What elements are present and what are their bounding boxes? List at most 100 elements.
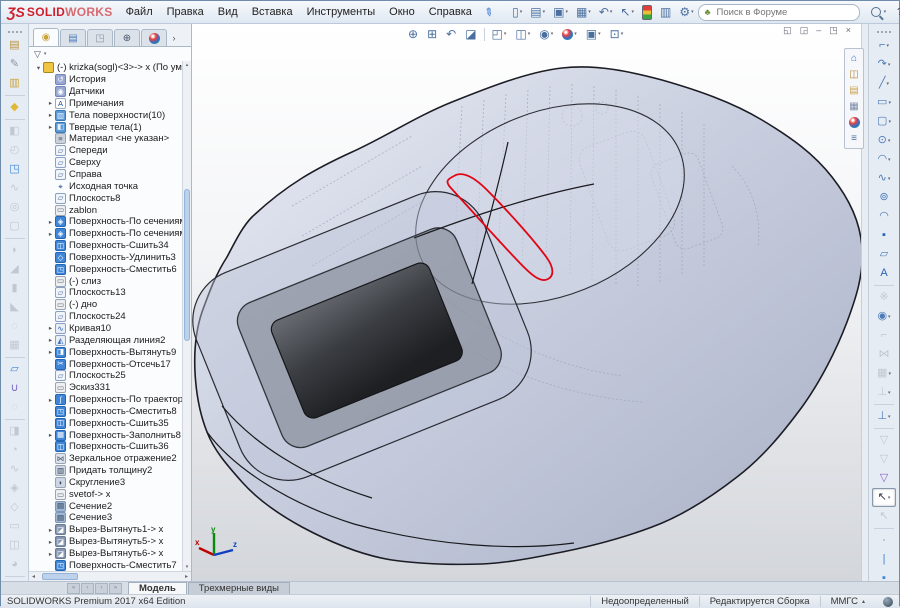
tree-expand-arrow[interactable]: ▸ bbox=[46, 111, 55, 119]
dropdown-caret-icon[interactable]: ▾ bbox=[574, 31, 577, 37]
tree-expand-arrow[interactable]: ▸ bbox=[46, 218, 55, 226]
tree-expand-arrow[interactable]: ▸ bbox=[46, 336, 55, 344]
tree-expand-arrow[interactable]: ▸ bbox=[46, 348, 55, 356]
tree-expand-arrow[interactable]: ▸ bbox=[46, 550, 55, 558]
tree-item[interactable]: ▱ Сверху bbox=[29, 157, 191, 169]
search-input[interactable] bbox=[714, 5, 853, 19]
tree-item[interactable]: ▸ ◪ Вырез-Вытянуть5-> x bbox=[29, 536, 191, 548]
dropdown-caret-icon[interactable]: ▾ bbox=[691, 9, 694, 15]
menu-Файл[interactable]: Файл bbox=[119, 3, 160, 21]
tree-item[interactable]: ▸ ◪ Вырез-Вытянуть6-> x bbox=[29, 548, 191, 560]
toolbar-drag-handle[interactable] bbox=[877, 31, 891, 33]
filter-active-icon[interactable]: ▽ bbox=[872, 469, 896, 488]
close-doc-icon[interactable]: × bbox=[843, 25, 854, 36]
hscrollbar-thumb[interactable] bbox=[42, 573, 79, 580]
displaymanager-tab[interactable] bbox=[141, 29, 167, 46]
display-style-icon[interactable]: ◫ ▾ bbox=[511, 25, 534, 43]
open-recent-icon[interactable]: ▥ bbox=[3, 74, 27, 93]
smart-dimension-icon[interactable]: ⊥ ▾ bbox=[872, 407, 896, 426]
filter-faces-icon[interactable]: ▪ bbox=[872, 569, 896, 582]
dropdown-caret-icon[interactable]: ▾ bbox=[504, 31, 507, 37]
tree-item[interactable]: ▸ ◈ Поверхность-По сечениям42 bbox=[29, 228, 191, 240]
view-settings-icon[interactable]: ⊡ ▾ bbox=[606, 25, 628, 43]
tab-nav-1[interactable]: ‹ bbox=[81, 582, 94, 594]
select-cursor-icon[interactable]: ↖ ▾ bbox=[617, 3, 637, 21]
design-library-icon[interactable]: ◫ bbox=[847, 68, 861, 81]
dropdown-caret-icon[interactable]: ▾ bbox=[543, 9, 546, 15]
dropdown-caret-icon[interactable]: ▾ bbox=[888, 138, 891, 144]
scroll-up-icon[interactable]: ▴ bbox=[183, 61, 191, 69]
apply-scene-icon[interactable]: ▣ ▾ bbox=[582, 25, 605, 43]
graphics-viewport[interactable]: ⊕ ⊞ ↶ ◪ ◰ ▾ ◫ ▾ ◉ ▾ ▾ ▣ ▾ ⊡ ▾ ◱ ◲ – ◳ × ⌂ ◫ ▤ ▦ ≡ x y z bbox=[192, 24, 868, 581]
menu-Вид[interactable]: Вид bbox=[211, 3, 245, 21]
tree-expand-arrow[interactable]: ▸ bbox=[46, 230, 55, 238]
text-icon[interactable]: A bbox=[872, 264, 896, 283]
ellipse-icon[interactable]: ⊚ bbox=[872, 188, 896, 207]
units-caret-icon[interactable]: ▴ bbox=[862, 598, 865, 605]
tree-item[interactable]: ⋈ Зеркальное отражение2 bbox=[29, 453, 191, 465]
edit-appearance-icon[interactable]: ▾ bbox=[558, 27, 581, 42]
undo-icon[interactable]: ↶ ▾ bbox=[596, 3, 616, 21]
instant3d-icon[interactable]: ◳ bbox=[3, 160, 27, 179]
tree-item[interactable]: ▸ ◨ Поверхность-Вытянуть9 bbox=[29, 346, 191, 358]
tree-item[interactable]: ⌖ Исходная точка bbox=[29, 180, 191, 192]
tree-item[interactable]: ▱ Спереди bbox=[29, 145, 191, 157]
rectangle-icon[interactable]: ▭ ▾ bbox=[872, 93, 896, 112]
tree-item[interactable]: ≡ Материал <не указан> bbox=[29, 133, 191, 145]
dropdown-caret-icon[interactable]: ▾ bbox=[888, 100, 891, 106]
tree-item[interactable]: ▭ zablon bbox=[29, 204, 191, 216]
scroll-left-icon[interactable]: ◂ bbox=[29, 573, 38, 580]
dropdown-caret-icon[interactable]: ▾ bbox=[888, 157, 891, 163]
tree-item[interactable]: ▾ (-) krizka(sogl)<3>-> x (По умолч bbox=[29, 62, 191, 74]
tree-item[interactable]: ◳ Поверхность-Сместить8 bbox=[29, 405, 191, 417]
plane-sketch-icon[interactable]: ▱ bbox=[872, 245, 896, 264]
tree-item[interactable]: ▸ ∫ Поверхность-По траектории1 bbox=[29, 394, 191, 406]
file-explorer-icon[interactable]: ▤ bbox=[847, 84, 861, 97]
convert-entities-icon[interactable]: ◉ ▾ bbox=[872, 307, 896, 326]
new-document-icon[interactable]: ▯ ▾ bbox=[509, 3, 525, 21]
tree-item[interactable]: ▤ Сечение3 bbox=[29, 512, 191, 524]
help-button[interactable]: ?▾ bbox=[892, 6, 900, 19]
custom-properties-icon[interactable]: ≡ bbox=[847, 132, 861, 145]
curve-tool-icon[interactable]: ∪ bbox=[3, 379, 27, 398]
web-help-icon[interactable] bbox=[883, 596, 893, 607]
arc-icon[interactable]: ◠ ▾ bbox=[872, 150, 896, 169]
tree-expand-arrow[interactable]: ▾ bbox=[34, 64, 43, 72]
tree-item[interactable]: ▸ A Примечания bbox=[29, 97, 191, 110]
configurationmanager-tab[interactable]: ◳ bbox=[87, 29, 113, 46]
tree-item[interactable]: ◳ Поверхность-Сместить7 bbox=[29, 559, 191, 571]
options-gear-icon[interactable]: ⚙ ▾ bbox=[676, 3, 696, 21]
tree-item[interactable]: ▸ ◈ Поверхность-По сечениям37 bbox=[29, 216, 191, 228]
tree-item[interactable]: ▱ Плоскость13 bbox=[29, 287, 191, 299]
open-document-icon[interactable]: ▤ bbox=[3, 36, 27, 55]
tree-item[interactable]: ▸ ▦ Поверхность-Заполнить8 bbox=[29, 429, 191, 441]
dropdown-caret-icon[interactable]: ▾ bbox=[565, 9, 568, 15]
tree-item[interactable]: ▸ ◭ Разделяющая линия2 bbox=[29, 334, 191, 346]
tree-expand-arrow[interactable]: ▸ bbox=[46, 324, 55, 332]
dropdown-caret-icon[interactable]: ▾ bbox=[888, 62, 891, 68]
menu-Справка[interactable]: Справка bbox=[422, 3, 479, 21]
filter-edges-icon[interactable]: | bbox=[872, 550, 896, 569]
tree-item[interactable]: ▱ Плоскость24 bbox=[29, 311, 191, 323]
tree-item[interactable]: ◫ Поверхность-Сшить36 bbox=[29, 441, 191, 453]
tab-nav-2[interactable]: › bbox=[95, 582, 108, 594]
propertymanager-tab[interactable]: ▤ bbox=[60, 29, 86, 46]
view-orientation-icon[interactable]: ◰ ▾ bbox=[488, 25, 511, 43]
open-document-icon[interactable]: ▤ ▾ bbox=[527, 3, 548, 21]
dropdown-caret-icon[interactable]: ▾ bbox=[528, 31, 531, 37]
dropdown-caret-icon[interactable]: ▾ bbox=[631, 9, 634, 15]
tree-horizontal-scrollbar[interactable]: ◂ ▸ bbox=[29, 571, 191, 581]
tree-item[interactable]: ▭ Эскиз331 bbox=[29, 382, 191, 394]
slot-icon[interactable]: ▢ ▾ bbox=[872, 112, 896, 131]
menu-Окно[interactable]: Окно bbox=[382, 3, 422, 21]
spline-icon[interactable]: ∿ ▾ bbox=[872, 169, 896, 188]
tree-item[interactable]: ▭ (-) дно bbox=[29, 299, 191, 311]
minimize-doc-icon[interactable]: – bbox=[813, 25, 824, 36]
file-properties-icon[interactable]: ▥ bbox=[657, 3, 674, 21]
zoom-to-fit-icon[interactable]: ⊕ bbox=[404, 25, 422, 43]
tree-item[interactable]: ▱ Плоскость8 bbox=[29, 192, 191, 204]
tree-expand-arrow[interactable]: ▸ bbox=[46, 396, 55, 404]
menu-Вставка[interactable]: Вставка bbox=[245, 3, 300, 21]
edit-sketch-icon[interactable]: ✎ bbox=[3, 55, 27, 74]
dropdown-caret-icon[interactable]: ▾ bbox=[888, 390, 891, 396]
